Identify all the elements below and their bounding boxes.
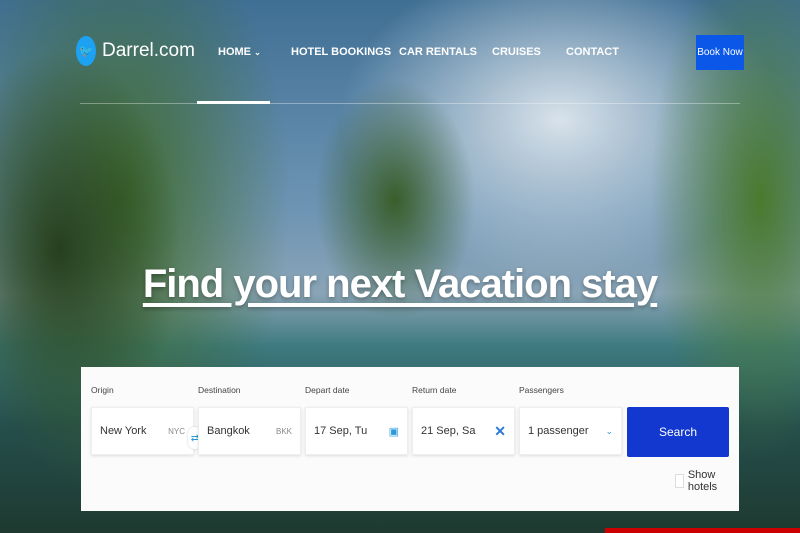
chevron-down-icon: ⌄ [254, 48, 261, 57]
nav-hotel-bookings[interactable]: HOTEL BOOKINGS [291, 46, 391, 58]
twitter-bird-icon: 🐦 [76, 36, 96, 66]
show-hotels-label: Show hotels [687, 469, 718, 493]
calendar-icon[interactable]: ▣ [389, 425, 399, 438]
top-nav: 🐦 Darrel.com HOME ⌄ HOTEL BOOKINGS CAR R… [0, 0, 800, 104]
depart-field: Depart date 17 Sep, Tu ▣ [305, 385, 408, 455]
passengers-label: Passengers [519, 385, 564, 395]
nav-contact[interactable]: CONTACT [566, 46, 619, 58]
return-input[interactable]: 21 Sep, Sa ✕ [412, 407, 515, 455]
nav-cruises[interactable]: CRUISES [492, 46, 541, 58]
origin-field: Origin New York NYC [91, 385, 194, 455]
depart-value: 17 Sep, Tu [314, 425, 368, 437]
depart-label: Depart date [305, 385, 350, 395]
passengers-field: Passengers 1 passenger ⌄ [519, 385, 622, 455]
hero-title: Find your next Vacation stay [142, 262, 658, 306]
active-indicator [197, 101, 270, 104]
show-hotels-checkbox[interactable] [675, 474, 684, 488]
destination-value: Bangkok [207, 425, 250, 437]
origin-label: Origin [91, 385, 114, 395]
clear-icon[interactable]: ✕ [494, 423, 506, 440]
chevron-down-icon: ⌄ [605, 425, 613, 436]
book-now-button[interactable]: Book Now [696, 35, 744, 70]
brand-name: Darrel.com [102, 40, 195, 61]
search-button[interactable]: Search [627, 407, 729, 457]
destination-code: BKK [275, 426, 292, 436]
nav-divider [80, 103, 740, 104]
origin-code: NYC [168, 426, 185, 436]
passengers-value: 1 passenger [528, 425, 589, 437]
destination-label: Destination [198, 385, 241, 395]
return-label: Return date [412, 385, 457, 395]
passengers-select[interactable]: 1 passenger ⌄ [519, 407, 622, 455]
origin-value: New York [100, 425, 147, 437]
search-panel: Origin New York NYC ⇄ Destination Bangkok… [81, 367, 739, 511]
nav-home[interactable]: HOME ⌄ [218, 46, 261, 58]
return-value: 21 Sep, Sa [421, 425, 476, 437]
destination-input[interactable]: Bangkok BKK [198, 407, 301, 455]
decorative-bar [605, 528, 800, 533]
depart-input[interactable]: 17 Sep, Tu ▣ [305, 407, 408, 455]
origin-input[interactable]: New York NYC [91, 407, 194, 455]
logo[interactable]: 🐦 Darrel.com [76, 36, 195, 66]
return-field: Return date 21 Sep, Sa ✕ [412, 385, 515, 455]
show-hotels[interactable]: Show hotels [675, 469, 739, 493]
destination-field: Destination Bangkok BKK [198, 385, 301, 455]
nav-car-rentals[interactable]: CAR RENTALS [399, 46, 477, 58]
